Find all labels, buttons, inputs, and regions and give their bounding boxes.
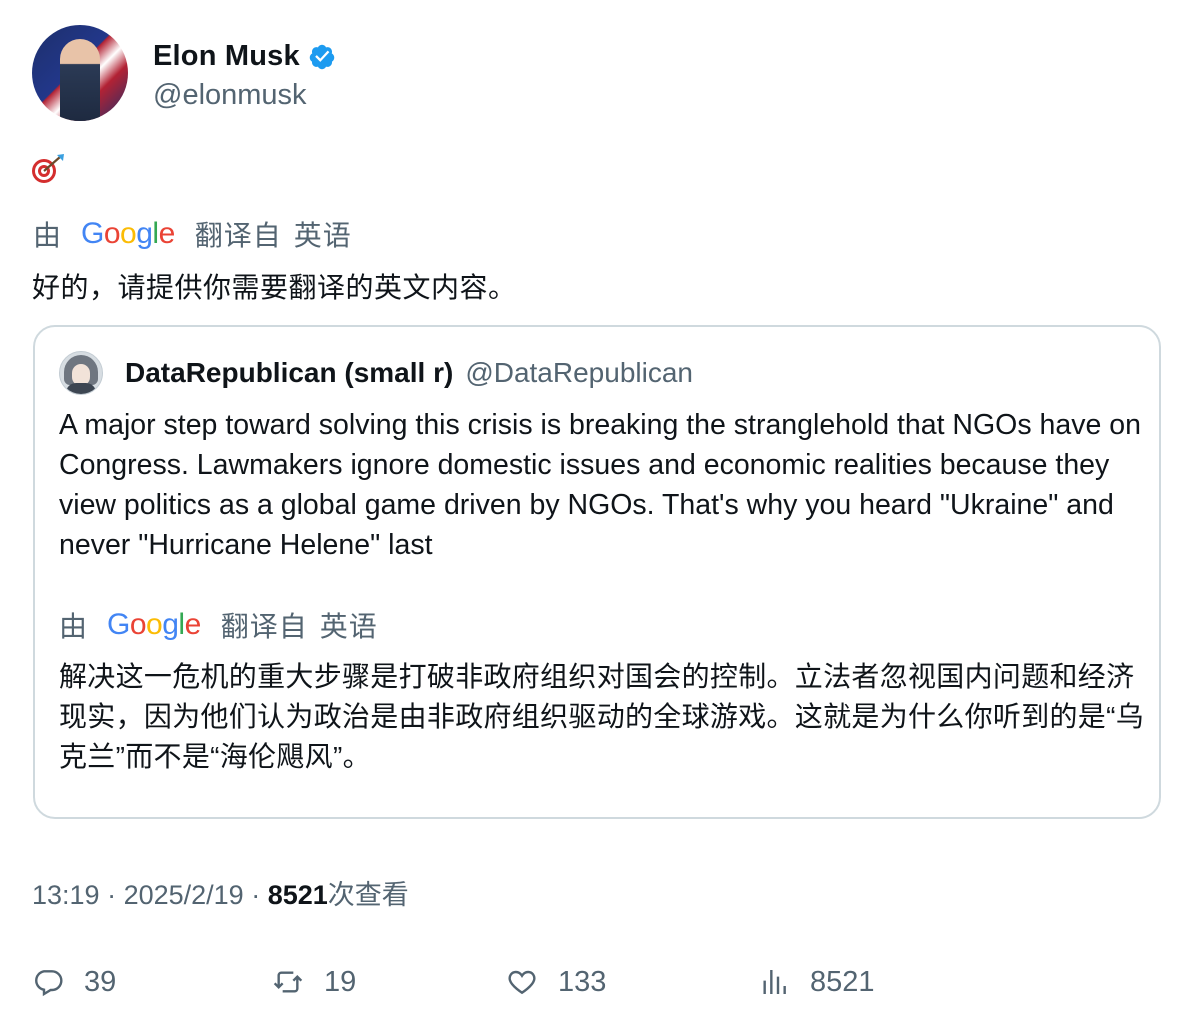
quote-author-avatar[interactable] bbox=[59, 351, 103, 395]
quote-author-handle[interactable]: @DataRepublican bbox=[465, 357, 693, 389]
tweet-view-count: 8521 bbox=[267, 880, 328, 910]
translate-by-label: 由 bbox=[59, 611, 88, 642]
translate-source-lang: 英语 bbox=[293, 220, 352, 251]
author-avatar[interactable] bbox=[32, 25, 128, 121]
views-label: 次查看 bbox=[327, 880, 409, 910]
avatar-figure bbox=[60, 39, 100, 121]
reply-count: 39 bbox=[84, 965, 117, 998]
author-name-row: Elon Musk bbox=[153, 35, 336, 79]
translate-from-label: 翻译自 bbox=[220, 611, 308, 642]
reply-icon bbox=[35, 970, 63, 997]
avatar-body bbox=[66, 383, 96, 394]
quote-author-name[interactable]: DataRepublican (small r) bbox=[125, 357, 453, 389]
like-count: 133 bbox=[558, 965, 607, 998]
translate-source-lang: 英语 bbox=[319, 611, 378, 642]
google-logo: Google bbox=[81, 217, 175, 250]
retweet-icon bbox=[273, 971, 303, 993]
retweet-count: 19 bbox=[324, 965, 357, 998]
tweet-translated-text: 好的，请提供你需要翻译的英文内容。 bbox=[32, 272, 517, 303]
heart-icon bbox=[508, 970, 536, 995]
quote-translate-bar[interactable]: 由 Google 翻译自 英语 bbox=[59, 605, 378, 645]
quote-text: A major step toward solving this crisis … bbox=[59, 409, 1141, 561]
bar-chart-icon bbox=[763, 970, 786, 994]
quoted-tweet-card[interactable]: DataRepublican (small r) @DataRepublican… bbox=[33, 325, 1161, 819]
verified-badge-icon bbox=[309, 44, 335, 69]
retweet-button[interactable]: 19 bbox=[272, 958, 356, 1006]
tweet-time[interactable]: 13:19 bbox=[32, 880, 100, 910]
tweet-header: Elon Musk @elonmusk bbox=[32, 25, 336, 121]
quote-header: DataRepublican (small r) @DataRepublican bbox=[59, 351, 693, 395]
tweet-meta: 13:19 · 2025/2/19 · 8521次查看 bbox=[32, 873, 409, 912]
translate-by-label: 由 bbox=[33, 220, 62, 251]
author-names: Elon Musk @elonmusk bbox=[153, 35, 336, 112]
quote-translated-text: 解决这一危机的重大步骤是打破非政府组织对国会的控制。立法者忽视国内问题和经济现实… bbox=[59, 661, 1145, 772]
views-button[interactable]: 8521 bbox=[758, 958, 875, 1006]
translate-from-label: 翻译自 bbox=[194, 220, 282, 251]
direct-hit-target-icon bbox=[32, 154, 64, 183]
author-display-name[interactable]: Elon Musk bbox=[153, 40, 300, 73]
action-bar: 39 19 133 8521 bbox=[32, 958, 1162, 1006]
translate-bar[interactable]: 由 Google 翻译自 英语 bbox=[33, 214, 352, 254]
like-button[interactable]: 133 bbox=[506, 958, 606, 1006]
google-logo: Google bbox=[107, 608, 201, 641]
views-count: 8521 bbox=[810, 965, 875, 998]
meta-separator: · bbox=[99, 880, 124, 910]
tweet-date[interactable]: 2025/2/19 bbox=[124, 880, 244, 910]
author-handle[interactable]: @elonmusk bbox=[153, 79, 336, 112]
reply-button[interactable]: 39 bbox=[32, 958, 116, 1006]
meta-separator: · bbox=[243, 880, 268, 910]
